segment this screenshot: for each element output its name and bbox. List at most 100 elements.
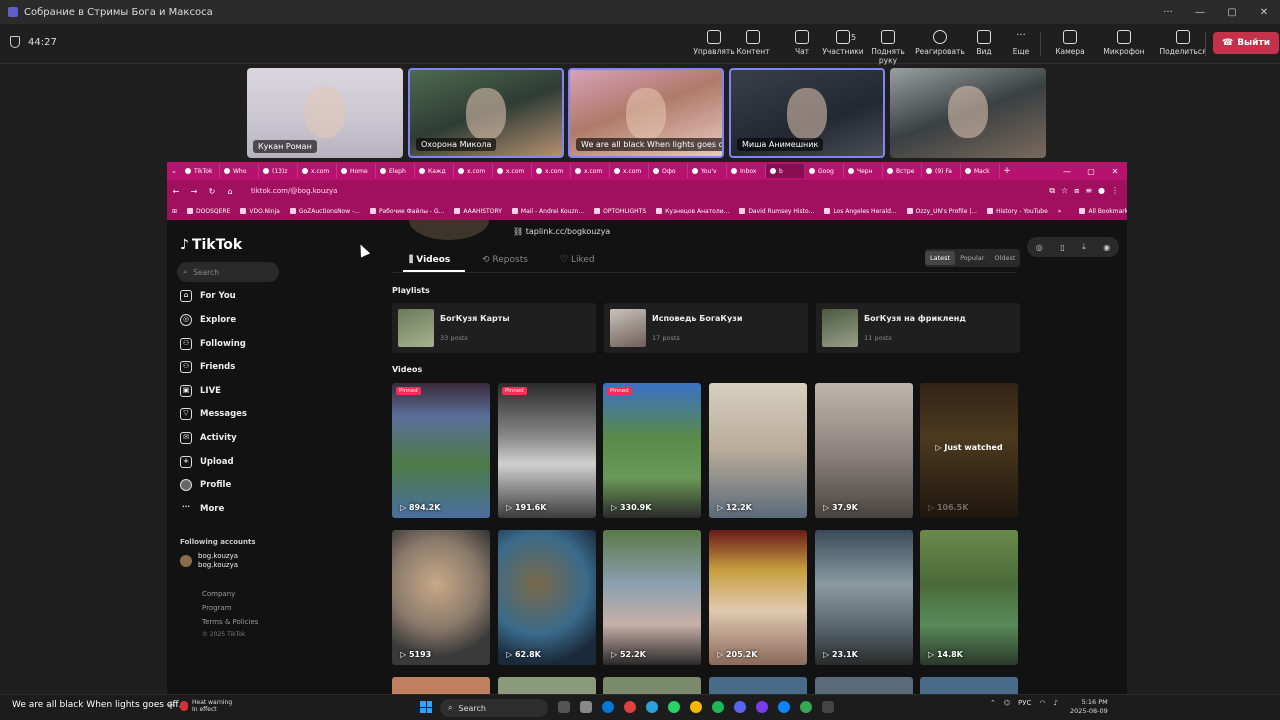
video-card[interactable]: ▷ Just watched ▷ 106.5K [920,383,1018,518]
tiktok-logo[interactable]: ♪ TikTok [180,237,242,253]
footer-link[interactable]: Company [202,590,235,598]
video-card[interactable]: ▷ 37.9K [815,383,913,518]
back-button[interactable]: ← [167,187,185,196]
browser-tab[interactable]: Офо [649,164,688,178]
nav-item-more[interactable]: ··· More [180,503,224,515]
nav-item-for-you[interactable]: ⌂ For You [180,290,236,302]
tab-videos[interactable]: ⫼ Videos [409,255,450,265]
search-input[interactable]: ⌕ Search [177,262,279,282]
browser-tab[interactable]: x.com [298,164,337,178]
browser-tab[interactable]: Кажд [415,164,454,178]
participant-tile[interactable] [890,68,1046,158]
device-icon[interactable]: ▯ [1060,243,1064,252]
bookmark-item[interactable]: GoZAuctionsNow -... [285,208,365,215]
browser-tab[interactable]: Встре [883,164,922,178]
more-options-button[interactable]: ··· [1152,7,1184,18]
bookmark-item[interactable]: David Rumsey Histo... [734,208,819,215]
following-account-item[interactable]: bog.kouzya bog.kouzya [180,552,238,570]
network-icon[interactable]: ⌬ [1004,699,1010,707]
tool-camera-button[interactable]: Камера [1044,28,1096,56]
user-avatar-icon[interactable]: ● [1098,186,1105,196]
participant-tile[interactable]: Кукан Роман [247,68,403,158]
tab-liked[interactable]: ♡ Liked [560,255,595,265]
browser-tab[interactable]: Home [337,164,376,178]
apps-grid-icon[interactable]: ⊞ [167,208,182,215]
browser-maximize-button[interactable]: ▢ [1079,167,1103,176]
browser-tab[interactable]: TikTok [181,164,220,178]
video-card[interactable]: Pinned ▷ 894.2K [392,383,490,518]
bookmark-item[interactable]: Кузнецов Анатоли... [651,208,734,215]
browser-tab[interactable]: Goog [805,164,844,178]
settings-icon[interactable]: ◎ [1036,243,1043,252]
url-field[interactable]: tiktok.com/@bog.kouzya [245,183,1005,199]
browser-minimize-button[interactable]: — [1055,167,1079,176]
browser-tab[interactable]: Черн [844,164,883,178]
weather-widget[interactable]: Heat warning In effect [180,699,232,713]
nav-item-explore[interactable]: ◎ Explore [180,314,236,326]
bookmark-item[interactable]: Los Angeles Herald... [819,208,901,215]
outlook-icon[interactable] [602,701,614,713]
maps-icon[interactable] [690,701,702,713]
playlist-card[interactable]: Исповедь БогаКузи 17 posts [604,303,808,353]
minimize-button[interactable]: — [1184,7,1216,18]
cast-icon[interactable]: ⧉ [1049,186,1055,196]
browser-tab[interactable]: Mack [961,164,1000,178]
footer-link[interactable]: Program [202,604,232,612]
participant-tile[interactable]: We are all black When lights goes o... [568,68,724,158]
video-card[interactable]: ▷ 5193 [392,530,490,665]
bookmark-item[interactable]: OPTOHLIGHTS [589,208,651,215]
browser-tab[interactable]: x.com [493,164,532,178]
opera-icon[interactable] [624,701,636,713]
bookmark-item[interactable]: DOOSQERE [182,208,235,215]
task-view-icon[interactable] [558,701,570,713]
bookmark-star-icon[interactable]: ☆ [1061,186,1068,196]
sort-popular[interactable]: Popular [955,251,989,265]
video-card[interactable]: Pinned ▷ 191.6K [498,383,596,518]
wifi-icon[interactable]: ◠ [1039,699,1045,707]
chrome-icon[interactable] [800,701,812,713]
browser-tab[interactable]: Eleph [376,164,415,178]
tab-reposts[interactable]: ⟲ Reposts [482,255,528,265]
discord-icon[interactable] [734,701,746,713]
browser-menu-icon[interactable]: ⋮ [1111,186,1119,196]
extensions-icon[interactable]: ⧈ [1074,186,1079,196]
video-card[interactable]: Pinned ▷ 330.9K [603,383,701,518]
participant-tile[interactable]: Охорона Микола [408,68,564,158]
media-controls-icon[interactable]: ≡ [1085,186,1092,196]
volume-icon[interactable]: ♪ [1053,699,1057,707]
playlist-card[interactable]: БогКузя Карты 33 posts [392,303,596,353]
sort-latest[interactable]: Latest [925,251,956,265]
browser-tab[interactable]: b [766,164,805,178]
media-player-icon[interactable] [822,701,834,713]
taskbar-search[interactable]: ⌕ Search [440,699,548,717]
browser-tab[interactable]: (13)z [259,164,298,178]
nav-item-messages[interactable]: ▽ Messages [180,408,247,420]
leave-button[interactable]: ☎ Выйти [1213,32,1279,54]
forward-button[interactable]: → [185,187,203,196]
tool-raise-hand-button[interactable]: Поднять руку [862,28,914,65]
maximize-button[interactable]: ▢ [1216,7,1248,18]
home-button[interactable]: ⌂ [221,187,239,196]
browser-close-button[interactable]: ✕ [1103,167,1127,176]
close-button[interactable]: ✕ [1248,7,1280,18]
profile-bio-link[interactable]: ⛓ taplink.cc/bogkouzya [513,227,610,236]
video-card[interactable]: ▷ 23.1K [815,530,913,665]
reload-button[interactable]: ↻ [203,187,221,196]
nav-item-friends[interactable]: ⚇ Friends [180,361,235,373]
tool-share-button[interactable]: Поделиться [1157,28,1209,56]
nav-item-activity[interactable]: ✉ Activity [180,432,237,444]
video-card[interactable]: ▷ 62.8K [498,530,596,665]
bookmark-item[interactable]: All Bookmarks [1074,208,1127,215]
tray-overflow-icon[interactable]: ⌃ [990,699,996,707]
telegram-icon[interactable] [646,701,658,713]
sort-oldest[interactable]: Oldest [989,251,1020,265]
bookmark-item[interactable]: AAAHISTORY [449,208,507,215]
taskbar-clock[interactable]: 5:16 PM 2025-08-09 [1070,698,1108,716]
bookmark-item[interactable]: Mail - Andrei Kouzn... [507,208,589,215]
bookmark-item[interactable]: Рабочие Файлы - G... [365,208,449,215]
bookmark-item[interactable]: Ozzy_UN's Profile |... [902,208,982,215]
whatsapp-icon[interactable] [668,701,680,713]
bookmark-item[interactable]: VDO.Ninja [235,208,284,215]
video-card[interactable]: ▷ 12.2K [709,383,807,518]
participant-tile[interactable]: Миша Анимешник [729,68,885,158]
